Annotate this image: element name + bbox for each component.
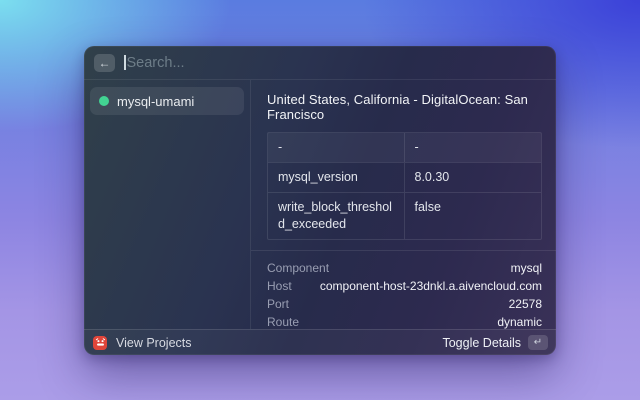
table-row: mysql_version 8.0.30: [268, 161, 541, 192]
metadata-label: Route: [267, 314, 300, 329]
view-projects-label[interactable]: View Projects: [116, 336, 192, 350]
table-cell: write_block_threshold_exceeded: [268, 192, 405, 239]
metrics-table: - - mysql_version 8.0.30 write_block_thr…: [267, 132, 542, 240]
aiven-app-icon: [93, 335, 107, 350]
detail-panel: United States, California - DigitalOcean…: [251, 80, 556, 329]
toggle-details-button[interactable]: Toggle Details ↵: [442, 335, 548, 350]
metadata-label: Port: [267, 296, 290, 311]
text-caret: [124, 55, 126, 70]
metadata-value: component-host-23dnkl.a.aivencloud.com: [319, 278, 542, 293]
metadata-row: Component mysql: [267, 259, 542, 277]
service-status-dot-icon: [99, 96, 109, 106]
component-section: Component mysql Host component-host-23dn…: [267, 251, 542, 330]
table-row: - -: [268, 133, 541, 162]
metadata-value: dynamic: [497, 314, 542, 329]
search-bar: ←: [84, 46, 556, 80]
list-item-mysql-umami[interactable]: mysql-umami: [90, 87, 244, 115]
list-item-label: mysql-umami: [117, 93, 195, 109]
enter-key-icon: ↵: [528, 335, 548, 350]
crab-logo-icon: [95, 338, 105, 346]
window-body: mysql-umami United States, California - …: [84, 80, 556, 329]
search-input[interactable]: [126, 54, 546, 71]
metadata-row: Route dynamic: [267, 313, 542, 330]
metadata-label: Component: [267, 260, 330, 275]
back-button[interactable]: ←: [94, 53, 115, 72]
table-cell: 8.0.30: [414, 169, 450, 184]
table-cell: false: [414, 199, 441, 214]
back-arrow-icon: ←: [98, 55, 111, 70]
metadata-label: Host: [267, 278, 292, 293]
command-palette-window: ← mysql-umami United States, California …: [84, 46, 556, 355]
results-sidebar: mysql-umami: [84, 80, 251, 329]
metadata-row: Port 22578: [267, 295, 542, 313]
detail-title: United States, California - DigitalOcean…: [267, 92, 529, 122]
metadata-row: Host component-host-23dnkl.a.aivencloud.…: [267, 277, 542, 295]
table-cell: -: [268, 133, 405, 162]
metadata-value: 22578: [508, 296, 542, 311]
table-cell: mysql_version: [268, 162, 405, 192]
table-cell: -: [414, 140, 419, 154]
toggle-details-label: Toggle Details: [442, 335, 521, 350]
table-row: write_block_threshold_exceeded false: [268, 191, 541, 239]
footer-bar: View Projects Toggle Details ↵: [84, 329, 556, 355]
metadata-value: mysql: [510, 260, 542, 275]
